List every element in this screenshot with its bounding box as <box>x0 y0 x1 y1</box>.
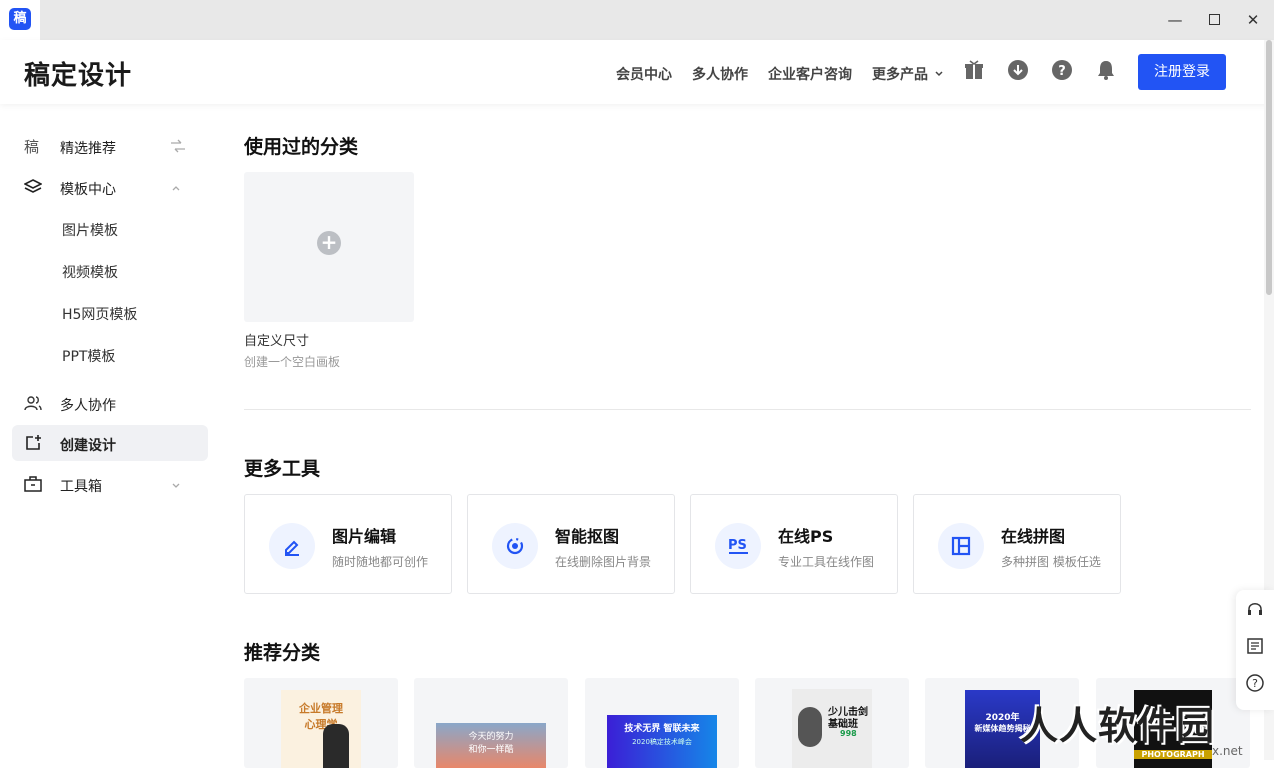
sidebar-item-label: 精选推荐 <box>60 141 116 157</box>
thumbnail-text: 和你一样酷 <box>468 745 514 755</box>
template-thumbnail: 企业管理 心理学 <box>281 690 361 768</box>
nav-collaboration[interactable]: 多人协作 <box>692 64 748 84</box>
bell-icon[interactable] <box>1096 60 1118 82</box>
register-login-button[interactable]: 注册登录 <box>1138 54 1226 90</box>
person-figure <box>323 724 349 768</box>
section-divider <box>244 409 1251 410</box>
sidebar-item-toolbox[interactable]: 工具箱 <box>12 466 208 502</box>
template-thumbnail: 少儿击剑 基础班 998 <box>792 689 872 768</box>
tool-card-online-ps[interactable]: PS 在线PS 专业工具在线作图 <box>690 494 898 594</box>
edit-pen-icon <box>269 523 315 569</box>
cutout-icon <box>492 523 538 569</box>
sidebar-sub-ppt-templates[interactable]: PPT模板 <box>62 346 115 366</box>
document-icon[interactable] <box>1246 637 1264 655</box>
thumbnail-text: 今天的努力 <box>468 732 514 742</box>
tool-subtitle: 随时随地都可创作 <box>332 555 429 569</box>
thumbnail-text: 心理学 <box>304 718 338 731</box>
create-icon <box>24 434 42 452</box>
sidebar: 稿 精选推荐 模板中心 图片模板 视频模板 H5网页模板 PPT模板 多人协作 … <box>0 104 220 760</box>
tool-card-cutout[interactable]: 智能抠图 在线删除图片背景 <box>467 494 675 594</box>
sidebar-sub-image-templates[interactable]: 图片模板 <box>62 220 118 240</box>
tool-subtitle: 多种拼图 模板任选 <box>1001 555 1101 569</box>
sidebar-item-label: 创建设计 <box>60 438 116 454</box>
category-card[interactable]: 企业管理 心理学 <box>244 678 398 768</box>
category-card[interactable]: 技术无界 智联未来 2020稿定技术峰会 <box>585 678 739 768</box>
title-bar: 稿 — ✕ <box>0 0 1274 40</box>
thumbnail-text: 企业管理 <box>299 702 343 715</box>
svg-text:?: ? <box>1058 64 1066 79</box>
tool-title: 图片编辑 <box>332 527 397 546</box>
recommended-categories-title: 推荐分类 <box>244 642 321 664</box>
tool-subtitle: 专业工具在线作图 <box>778 555 875 569</box>
users-icon <box>24 394 42 412</box>
nav-more-products[interactable]: 更多产品 <box>872 64 943 84</box>
tool-card-collage[interactable]: 在线拼图 多种拼图 模板任选 <box>913 494 1121 594</box>
tool-title: 智能抠图 <box>555 527 620 546</box>
template-thumbnail: 今天的努力 和你一样酷 <box>436 723 546 768</box>
category-card[interactable]: 少儿击剑 基础班 998 <box>755 678 909 768</box>
close-button[interactable]: ✕ <box>1239 6 1267 34</box>
template-thumbnail: 技术无界 智联未来 2020稿定技术峰会 <box>607 715 717 768</box>
tool-subtitle: 在线删除图片背景 <box>555 555 652 569</box>
used-categories-title: 使用过的分类 <box>244 136 359 158</box>
fencer-figure <box>798 707 822 747</box>
tool-card-image-edit[interactable]: 图片编辑 随时随地都可创作 <box>244 494 452 594</box>
sidebar-item-label: 工具箱 <box>60 479 102 495</box>
collage-icon <box>938 523 984 569</box>
scrollbar-thumb[interactable] <box>1266 40 1272 295</box>
sidebar-item-collaboration[interactable]: 多人协作 <box>12 385 208 421</box>
nav-membership[interactable]: 会员中心 <box>616 64 672 84</box>
minimize-button[interactable]: — <box>1161 6 1189 34</box>
sidebar-item-create-design[interactable]: 创建设计 <box>12 425 208 461</box>
maximize-button[interactable] <box>1200 6 1228 34</box>
tool-title: 在线PS <box>778 527 834 546</box>
nav-more-products-label: 更多产品 <box>872 67 928 83</box>
thumbnail-text: PHOTOGRAPH <box>1134 750 1212 759</box>
custom-size-title[interactable]: 自定义尺寸 <box>244 330 309 349</box>
brand-logo[interactable]: 稿定设计 <box>24 55 132 92</box>
gift-icon[interactable] <box>964 60 986 82</box>
help-circle-icon[interactable]: ? <box>1246 674 1264 692</box>
thumbnail-text: 2020稿定技术峰会 <box>632 738 692 746</box>
sidebar-sub-h5-templates[interactable]: H5网页模板 <box>62 304 137 324</box>
chevron-down-icon <box>935 71 943 77</box>
floating-toolbar: ? <box>1236 590 1274 710</box>
gaoding-logo-icon: 稿 <box>24 138 40 156</box>
top-header: 稿定设计 会员中心 多人协作 企业客户咨询 更多产品 ? 注册登录 <box>0 40 1274 104</box>
sidebar-item-featured[interactable]: 稿 精选推荐 <box>12 128 208 164</box>
tool-title: 在线拼图 <box>1001 527 1066 546</box>
plus-circle-icon: + <box>317 231 341 255</box>
sidebar-item-templates[interactable]: 模板中心 <box>12 169 208 205</box>
svg-text:?: ? <box>1252 677 1258 690</box>
switch-arrows-icon[interactable] <box>170 138 186 154</box>
layers-icon <box>23 178 43 196</box>
nav-enterprise[interactable]: 企业客户咨询 <box>768 64 852 84</box>
custom-size-subtitle: 创建一个空白画板 <box>244 355 341 369</box>
chevron-up-icon[interactable] <box>170 179 186 195</box>
sidebar-item-label: 模板中心 <box>60 182 116 198</box>
thumbnail-text: 998 <box>840 729 857 738</box>
help-icon[interactable]: ? <box>1052 60 1074 82</box>
chevron-down-icon[interactable] <box>170 476 186 492</box>
custom-size-card[interactable]: + <box>244 172 414 322</box>
watermark: 人人软件园 <box>1020 704 1216 748</box>
headset-icon[interactable] <box>1246 600 1264 618</box>
download-icon[interactable] <box>1008 60 1030 82</box>
ps-icon: PS <box>715 523 761 569</box>
more-tools-title: 更多工具 <box>244 458 321 480</box>
title-bar-drag-area[interactable] <box>40 0 1274 40</box>
toolbox-icon <box>24 475 42 493</box>
sidebar-item-label: 多人协作 <box>60 398 116 414</box>
watermark-url: x.net <box>1212 744 1243 758</box>
thumbnail-text: 技术无界 智联未来 <box>624 724 700 734</box>
category-card[interactable]: 今天的努力 和你一样酷 <box>414 678 568 768</box>
thumbnail-text: 基础班 <box>828 719 858 730</box>
app-icon: 稿 <box>9 8 31 30</box>
svg-text:PS: PS <box>728 538 747 553</box>
sidebar-sub-video-templates[interactable]: 视频模板 <box>62 262 118 282</box>
